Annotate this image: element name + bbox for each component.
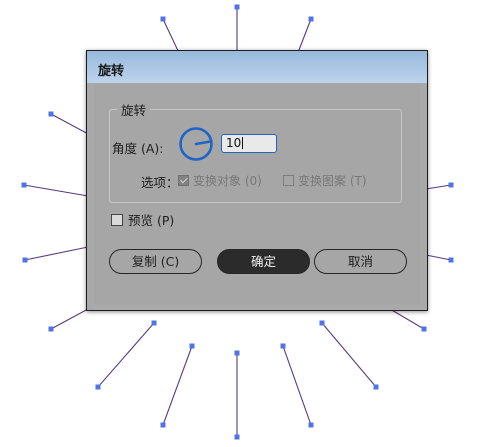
angle-input[interactable]: 10: [221, 134, 277, 153]
anchor-handle: [21, 182, 27, 188]
anchor-handle: [48, 326, 54, 332]
copy-button[interactable]: 复制 (C): [109, 249, 202, 274]
transform-patterns-option[interactable]: 变换图案 (T): [283, 172, 367, 189]
angle-value: 10: [226, 136, 242, 150]
transform-objects-checkbox[interactable]: [178, 175, 189, 186]
transform-patterns-checkbox[interactable]: [283, 175, 294, 186]
artwork-ray: [162, 345, 193, 426]
options-label: 选项：: [141, 175, 179, 190]
anchor-handle: [160, 422, 166, 428]
anchor-handle: [189, 343, 195, 349]
transform-objects-label: 变换对象 (0): [193, 174, 262, 188]
transform-patterns-label: 变换图案 (T): [298, 174, 367, 188]
cancel-button[interactable]: 取消: [314, 249, 407, 274]
transform-objects-option[interactable]: 变换对象 (0): [178, 172, 262, 189]
anchor-handle: [280, 343, 286, 349]
anchor-handle: [373, 384, 379, 390]
anchor-handle: [308, 16, 314, 22]
artwork-ray: [425, 184, 452, 190]
anchor-handle: [95, 384, 101, 390]
preview-option[interactable]: 预览 (P): [111, 210, 174, 229]
artwork-ray: [23, 184, 89, 197]
artwork-ray: [282, 345, 312, 426]
preview-checkbox[interactable]: [111, 213, 123, 226]
anchor-handle: [448, 257, 454, 263]
anchor-handle: [151, 320, 157, 326]
anchor-handle: [234, 350, 240, 356]
anchor-handle: [234, 434, 240, 440]
anchor-handle: [48, 111, 54, 117]
anchor-handle: [160, 16, 166, 22]
artwork-ray: [50, 308, 89, 330]
rotate-dialog: 旋转 旋转 角度 (A): 10 选项： 变换对象 (0) 变换图案 (T) 预…: [86, 50, 428, 311]
anchor-handle: [421, 326, 427, 332]
angle-label: 角度 (A):: [112, 141, 164, 156]
dialog-titlebar[interactable]: 旋转: [87, 51, 427, 83]
anchor-handle: [22, 257, 28, 263]
artwork-ray: [97, 322, 155, 388]
artwork-ray: [321, 322, 377, 388]
ok-button[interactable]: 确定: [217, 249, 310, 274]
dialog-title: 旋转: [98, 64, 125, 79]
anchor-handle: [448, 182, 454, 188]
text-caret: [242, 137, 244, 149]
anchor-handle: [308, 422, 314, 428]
preview-label: 预览 (P): [128, 213, 175, 228]
artwork-ray: [389, 308, 425, 330]
dialog-body: 旋转 角度 (A): 10 选项： 变换对象 (0) 变换图案 (T) 预览 (…: [94, 84, 420, 304]
anchor-handle: [319, 320, 325, 326]
angle-dial-icon[interactable]: [178, 126, 214, 162]
artwork-ray: [425, 254, 452, 261]
artwork-ray: [24, 246, 89, 261]
section-title: 旋转: [117, 100, 151, 119]
anchor-handle: [234, 4, 240, 10]
